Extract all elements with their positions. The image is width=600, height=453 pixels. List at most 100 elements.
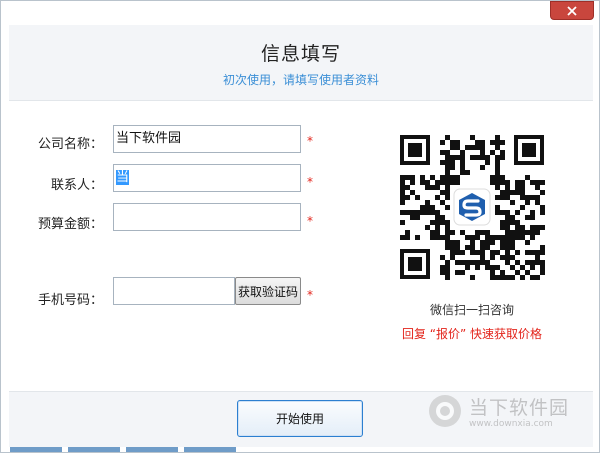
qr-module <box>490 140 495 145</box>
qr-module <box>495 275 500 280</box>
qr-module <box>495 250 500 255</box>
qr-module <box>525 260 530 265</box>
qr-module <box>540 190 545 195</box>
qr-module <box>400 185 405 190</box>
qr-module <box>445 165 450 170</box>
close-icon <box>567 5 577 16</box>
qr-module <box>540 225 545 230</box>
qr-module <box>490 255 495 260</box>
qr-module <box>420 180 425 185</box>
company-label: 公司名称： <box>37 137 103 152</box>
taskbar-segment <box>184 447 236 452</box>
qr-module <box>510 200 515 205</box>
phone-label: 手机号码： <box>37 293 103 308</box>
qr-module <box>440 200 445 205</box>
qr-module <box>410 210 415 215</box>
qr-module <box>445 240 450 245</box>
qr-module <box>515 185 520 190</box>
qr-module <box>510 220 515 225</box>
qr-module <box>535 250 540 255</box>
budget-input[interactable] <box>113 203 301 231</box>
qr-module <box>510 255 515 260</box>
qr-module <box>495 145 500 150</box>
qr-module <box>440 160 445 165</box>
qr-module <box>440 140 445 145</box>
qr-module <box>455 270 460 275</box>
qr-module <box>420 175 425 180</box>
qr-module <box>540 260 545 265</box>
qr-module <box>480 150 485 155</box>
qr-module <box>460 155 465 160</box>
qr-module <box>505 235 510 240</box>
qr-module <box>490 250 495 255</box>
promo-keyword: “报价” <box>429 327 467 341</box>
qr-module <box>400 210 405 215</box>
qr-module <box>495 160 500 165</box>
qr-module <box>465 170 470 175</box>
qr-module <box>540 245 545 250</box>
qr-module <box>485 155 490 160</box>
qr-module <box>495 135 500 140</box>
qr-module <box>505 185 510 190</box>
qr-module <box>475 235 480 240</box>
qr-module <box>525 250 530 255</box>
watermark: 当下软件园 www.downxia.com <box>425 389 595 439</box>
qr-module <box>445 155 450 160</box>
qr-module <box>490 235 495 240</box>
qr-module <box>505 275 510 280</box>
qr-module <box>525 175 530 180</box>
qr-module <box>410 190 415 195</box>
watermark-name: 当下软件园 <box>469 397 570 419</box>
close-button[interactable] <box>550 1 594 20</box>
qr-module <box>495 165 500 170</box>
contact-value: 当 <box>116 170 130 185</box>
promo-suffix: 快速获取价格 <box>470 327 543 341</box>
qr-module <box>460 160 465 165</box>
qr-module <box>495 140 500 145</box>
qr-module <box>500 220 505 225</box>
qr-module <box>505 210 510 215</box>
qr-module <box>440 175 445 180</box>
qr-module <box>535 200 540 205</box>
qr-module <box>470 275 475 280</box>
contact-input[interactable]: 当 <box>113 164 301 192</box>
qr-module <box>425 210 430 215</box>
qr-module <box>470 155 475 160</box>
qr-module <box>510 245 515 250</box>
qr-module <box>445 235 450 240</box>
qr-module <box>460 170 465 175</box>
get-code-button[interactable]: 获取验证码 <box>235 277 301 305</box>
qr-module <box>445 245 450 250</box>
qr-module <box>495 235 500 240</box>
qr-module <box>445 160 450 165</box>
qr-module <box>480 250 485 255</box>
qr-module <box>415 195 420 200</box>
qr-module <box>475 265 480 270</box>
qr-module <box>400 200 405 205</box>
qr-module <box>520 230 525 235</box>
qr-module <box>505 255 510 260</box>
company-input[interactable]: 当下软件园 <box>113 125 301 153</box>
qr-module <box>535 225 540 230</box>
qr-module <box>505 220 510 225</box>
qr-module <box>495 180 500 185</box>
qr-module <box>450 165 455 170</box>
qr-module <box>440 255 445 260</box>
qr-module <box>445 150 450 155</box>
qr-module <box>515 250 520 255</box>
qr-module <box>470 235 475 240</box>
qr-module <box>425 225 430 230</box>
qr-module <box>495 205 500 210</box>
qr-module <box>535 195 540 200</box>
start-button[interactable]: 开始使用 <box>237 400 363 437</box>
qr-module <box>485 260 490 265</box>
qr-module <box>475 250 480 255</box>
qr-module <box>450 160 455 165</box>
qr-module <box>505 245 510 250</box>
qr-module <box>515 190 520 195</box>
qr-finder-top-left <box>400 135 430 165</box>
phone-required-mark: * <box>307 288 313 302</box>
phone-input[interactable] <box>113 277 235 305</box>
qr-module <box>465 245 470 250</box>
qr-module <box>445 175 450 180</box>
